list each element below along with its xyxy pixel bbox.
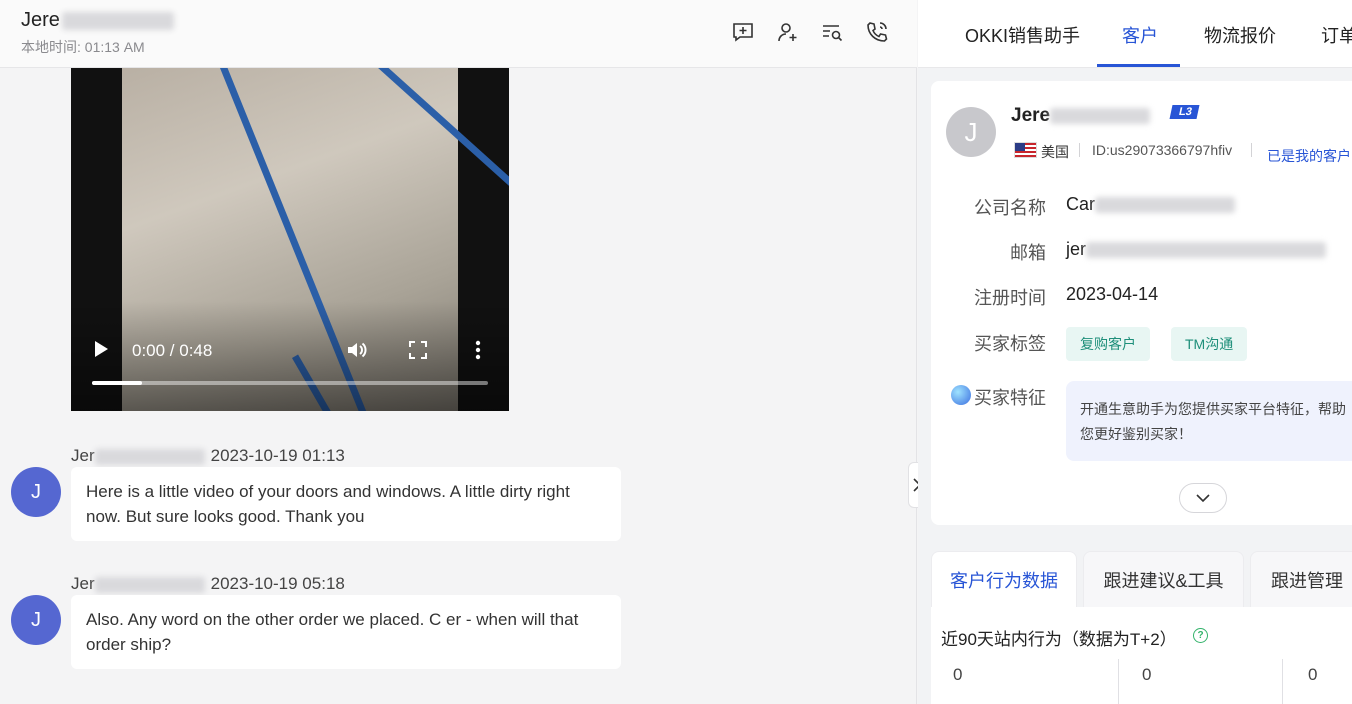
redacted-name (1050, 107, 1151, 124)
help-icon[interactable]: ? (1193, 628, 1208, 643)
behavior-card: 近90天站内行为（数据为T+2） ? 0 0 0 (931, 607, 1352, 704)
local-time: 本地时间: 01:13 AM (21, 39, 145, 55)
video-stripe (367, 68, 509, 340)
contact-name: Jere (21, 9, 174, 32)
customer-card: J Jere L3 美国 ID:us29073366797hfiv 已是我的客户… (931, 81, 1352, 525)
sub-tabs: 客户行为数据 跟进建议&工具 跟进管理 (931, 551, 1352, 609)
video-progress-fill (92, 381, 142, 385)
customer-name: Jere (1011, 105, 1151, 127)
panel-tabs: OKKI销售助手 客户 物流报价 订单 (918, 0, 1352, 68)
message-meta: Jer 2023-10-19 01:13 (71, 446, 345, 466)
subtab-followup-tools[interactable]: 跟进建议&工具 (1083, 551, 1244, 609)
app-window: Jere 本地时间: 01:13 AM 0:00 / 0:48 Jer 2023… (0, 0, 1352, 704)
divider (1251, 143, 1252, 157)
stat-value: 0 (953, 665, 963, 684)
new-message-icon[interactable] (731, 20, 755, 44)
email-label: 邮箱 (1010, 243, 1046, 263)
level-badge: L3 (1169, 105, 1200, 119)
video-player[interactable]: 0:00 / 0:48 (71, 68, 509, 411)
add-contact-icon[interactable] (776, 20, 800, 44)
video-progress-bar[interactable] (92, 381, 488, 385)
phone-call-icon[interactable] (865, 20, 889, 44)
behavior-title: 近90天站内行为（数据为T+2） (941, 630, 1177, 649)
company-label: 公司名称 (974, 198, 1046, 218)
subtab-followup-management[interactable]: 跟进管理 (1250, 551, 1352, 609)
more-options-icon[interactable] (469, 339, 487, 361)
my-customer-link[interactable]: 已是我的客户 (1267, 146, 1351, 166)
tab-orders[interactable]: 订单 (1321, 22, 1352, 48)
redacted-name (94, 576, 205, 593)
video-time: 0:00 / 0:48 (132, 341, 213, 360)
message-timestamp: 2023-10-19 05:18 (210, 574, 345, 593)
tab-okki-assistant[interactable]: OKKI销售助手 (965, 22, 1080, 48)
message-sender: Jer (71, 446, 95, 465)
avatar[interactable]: J (11, 595, 61, 645)
fullscreen-icon[interactable] (407, 339, 429, 361)
chat-header: Jere 本地时间: 01:13 AM (0, 0, 917, 68)
us-flag-icon (1014, 142, 1037, 158)
message-bubble: Also. Any word on the other order we pla… (71, 595, 621, 669)
email-value: jer (1066, 239, 1327, 260)
stat-value: 0 (1142, 665, 1152, 684)
divider (1282, 659, 1283, 704)
message-meta: Jer 2023-10-19 05:18 (71, 574, 345, 594)
volume-icon[interactable] (345, 338, 369, 362)
divider (1118, 659, 1119, 704)
expand-button[interactable] (1179, 483, 1227, 513)
tab-logistics-quote[interactable]: 物流报价 (1204, 22, 1276, 48)
chat-pane: Jere 本地时间: 01:13 AM 0:00 / 0:48 Jer 2023… (0, 0, 926, 704)
subtab-behavior-data[interactable]: 客户行为数据 (931, 551, 1077, 609)
buyer-tags-label: 买家标签 (974, 334, 1046, 354)
buyer-feature-box[interactable]: 开通生意助手为您提供买家平台特征，帮助您更好鉴别买家！ (1066, 381, 1352, 461)
redacted-name (61, 11, 174, 30)
customer-panel: OKKI销售助手 客户 物流报价 订单 J Jere L3 美国 ID:us29… (918, 0, 1352, 704)
customer-id: ID:us29073366797hfiv (1092, 142, 1233, 158)
play-icon[interactable] (93, 340, 109, 358)
sparkle-icon (951, 385, 971, 405)
tag-repeat-customer: 复购客户 (1066, 327, 1150, 361)
company-value-text: Car (1066, 194, 1096, 214)
customer-name-text: Jere (1011, 105, 1051, 126)
divider (1079, 143, 1080, 157)
customer-country: 美国 (1041, 144, 1069, 160)
redacted-name (94, 448, 205, 465)
contact-name-text: Jere (21, 9, 60, 31)
register-time-value: 2023-04-14 (1066, 284, 1159, 304)
customer-avatar: J (946, 107, 996, 157)
avatar[interactable]: J (11, 467, 61, 517)
message-sender: Jer (71, 574, 95, 593)
tag-tm-chat: TM沟通 (1171, 327, 1248, 361)
message-timestamp: 2023-10-19 01:13 (210, 446, 345, 465)
redacted-company (1095, 197, 1236, 214)
message-bubble: Here is a little video of your doors and… (71, 467, 621, 541)
redacted-email (1086, 242, 1327, 259)
register-time-label: 注册时间 (974, 288, 1046, 308)
buyer-feature-label: 买家特征 (974, 388, 1046, 408)
active-tab-indicator (1097, 64, 1180, 67)
tab-customer[interactable]: 客户 (1122, 22, 1158, 48)
company-value: Car (1066, 194, 1236, 215)
search-history-icon[interactable] (820, 20, 844, 44)
stat-value: 0 (1308, 665, 1318, 684)
email-value-text: jer (1066, 239, 1087, 259)
chevron-down-icon (1196, 494, 1210, 503)
